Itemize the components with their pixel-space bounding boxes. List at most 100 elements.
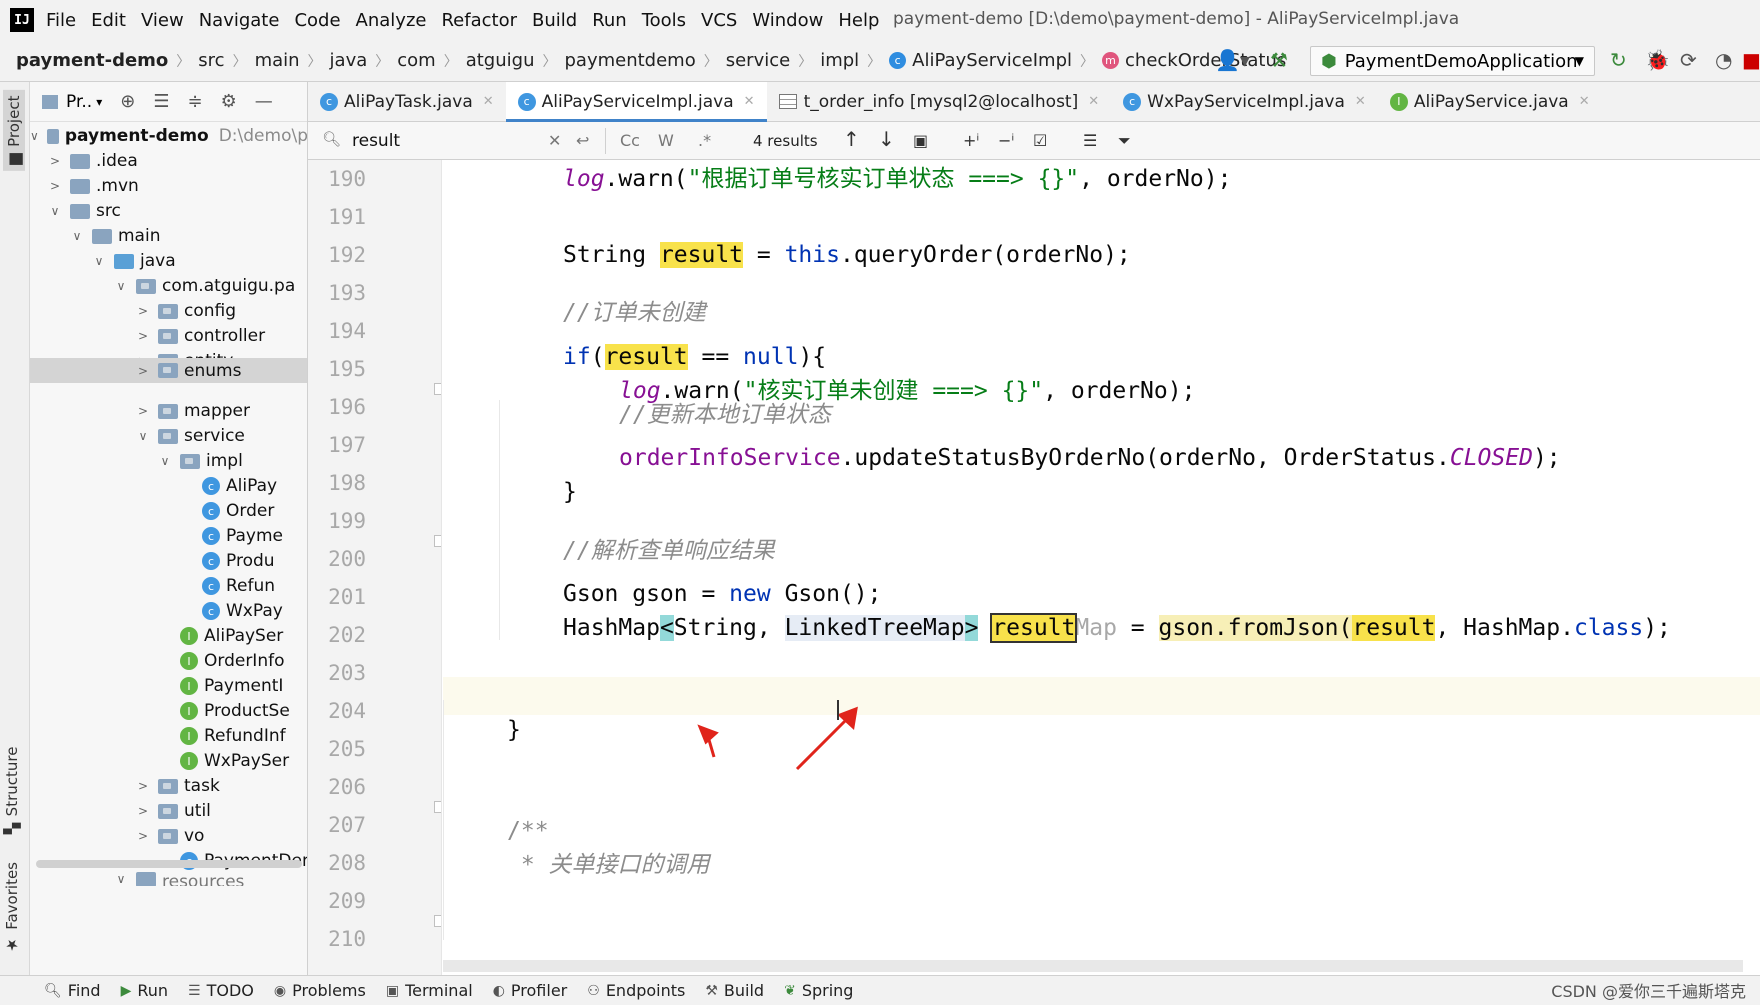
tree-node[interactable]: ∨ impl (158, 447, 243, 475)
breadcrumb-src[interactable]: src (198, 50, 224, 71)
fold-marker[interactable] (434, 383, 441, 395)
tree-file[interactable]: I WxPaySer (180, 747, 289, 775)
tree-file[interactable]: c Order (202, 497, 274, 525)
tree-node[interactable]: > task (136, 772, 220, 800)
tab-alipayservice[interactable]: I AliPayService.java ✕ (1378, 82, 1602, 122)
tree-node[interactable]: > .idea (48, 147, 138, 175)
tool-window-structure[interactable]: ▚ Structure (3, 747, 21, 834)
tree-file[interactable]: c Produ (202, 547, 275, 575)
tab-t-order-info[interactable]: t_order_info [mysql2@localhost] ✕ (767, 82, 1112, 122)
menu-navigate[interactable]: Navigate (199, 10, 280, 31)
tab-alipaytask[interactable]: c AliPayTask.java ✕ (308, 82, 506, 122)
tool-problems[interactable]: ◉ Problems (274, 981, 366, 1000)
match-case-toggle[interactable]: Cc (620, 131, 640, 150)
tree-node[interactable]: > config (136, 297, 236, 325)
tool-endpoints[interactable]: ⚇ Endpoints (587, 981, 685, 1000)
breadcrumb-paymentdemo[interactable]: paymentdemo (564, 50, 695, 71)
build-hammer-icon[interactable]: ⚒ (1270, 48, 1288, 72)
menu-vcs[interactable]: VCS (701, 10, 737, 31)
arrow-up-icon[interactable]: ↑ (843, 127, 860, 151)
regex-toggle[interactable]: .* (698, 131, 711, 150)
close-icon[interactable]: ✕ (744, 94, 755, 109)
menu-refactor[interactable]: Refactor (441, 10, 517, 31)
tool-window-project[interactable]: ▆ Project (3, 90, 25, 171)
tool-build[interactable]: ⚒ Build (705, 981, 764, 1000)
menu-window[interactable]: Window (752, 10, 823, 31)
rerun-icon[interactable]: ↻ (1610, 48, 1627, 72)
debug-icon[interactable]: 🐞 (1645, 48, 1670, 72)
breadcrumb-project[interactable]: payment-demo (16, 50, 168, 71)
tool-spring[interactable]: ❦ Spring (784, 981, 853, 1000)
tree-node[interactable]: ∨ java (92, 247, 176, 275)
history-icon[interactable]: ↩ (576, 131, 589, 150)
words-toggle[interactable]: W (658, 131, 674, 150)
project-view-select[interactable]: Pr.. (66, 92, 92, 112)
user-icon[interactable]: 👤▾ (1215, 48, 1250, 72)
tree-node[interactable]: ∨ service (136, 422, 245, 450)
menu-analyze[interactable]: Analyze (356, 10, 427, 31)
coverage-icon[interactable]: ⟳ (1680, 48, 1697, 72)
tree-node[interactable]: > .mvn (48, 172, 139, 200)
clear-icon[interactable]: ✕ (548, 131, 561, 150)
tab-wxpayserviceimpl[interactable]: c WxPayServiceImpl.java ✕ (1111, 82, 1378, 122)
filter-icon[interactable]: ⏷ (1118, 131, 1131, 151)
code-editor[interactable]: log.warn("根据订单号核实订单状态 ===> {}", orderNo)… (443, 160, 1760, 975)
tree-node[interactable]: ∨ com.atguigu.pa (114, 272, 296, 300)
tool-todo[interactable]: ☰ TODO (188, 981, 254, 1000)
tree-file[interactable]: I RefundInf (180, 722, 286, 750)
profile-icon[interactable]: ◔ (1715, 48, 1732, 72)
tree-file[interactable]: I ProductSe (180, 697, 290, 725)
remove-occurrence-icon[interactable]: −ⁱ (998, 131, 1014, 150)
tool-run[interactable]: ▶ Run (121, 981, 168, 1000)
tree-node[interactable]: > controller (136, 322, 265, 350)
gear-icon[interactable]: ⚙ (221, 91, 237, 112)
tree-file[interactable]: I PaymentI (180, 672, 283, 700)
menu-run[interactable]: Run (592, 10, 627, 31)
tree-node[interactable]: ∨ resources (114, 872, 244, 886)
open-in-window-icon[interactable]: ▣ (913, 131, 928, 150)
locate-icon[interactable]: ⊕ (120, 91, 135, 112)
tool-profiler[interactable]: ◐ Profiler (493, 981, 568, 1000)
tree-file[interactable]: c WxPay (202, 597, 283, 625)
menu-code[interactable]: Code (294, 10, 340, 31)
tab-alipayserviceimpl[interactable]: c AliPayServiceImpl.java ✕ (505, 81, 767, 122)
hide-icon[interactable]: — (255, 91, 273, 112)
run-configuration-select[interactable]: ⬢ PaymentDemoApplication ▼ (1310, 46, 1595, 76)
fold-marker[interactable] (434, 915, 441, 927)
menu-file[interactable]: File (46, 10, 76, 31)
tree-node[interactable]: > mapper (136, 397, 250, 425)
tree-file[interactable]: c Payme (202, 522, 283, 550)
tool-terminal[interactable]: ▣ Terminal (386, 981, 473, 1000)
breadcrumb-atguigu[interactable]: atguigu (466, 50, 535, 71)
menu-build[interactable]: Build (532, 10, 577, 31)
fold-marker[interactable] (434, 535, 441, 547)
tree-file[interactable]: I OrderInfo (180, 647, 284, 675)
multiline-icon[interactable]: ☰ (1083, 131, 1097, 150)
menu-edit[interactable]: Edit (91, 10, 126, 31)
breadcrumb-class[interactable]: c AliPayServiceImpl (889, 50, 1072, 71)
tree-node-selected[interactable]: > enums (30, 358, 307, 383)
tree-file[interactable]: I AliPaySer (180, 622, 283, 650)
tree-node[interactable]: ∨ main (70, 222, 161, 250)
breadcrumb-main[interactable]: main (255, 50, 300, 71)
horizontal-scrollbar[interactable] (36, 860, 302, 868)
breadcrumb-method[interactable]: m checkOrderStatus (1102, 50, 1286, 71)
tree-file[interactable]: c AliPay (202, 472, 277, 500)
menu-tools[interactable]: Tools (642, 10, 686, 31)
breadcrumb-service[interactable]: service (726, 50, 790, 71)
menu-view[interactable]: View (141, 10, 184, 31)
tree-node[interactable]: > util (136, 797, 211, 825)
breadcrumb-impl[interactable]: impl (820, 50, 859, 71)
breadcrumb-com[interactable]: com (397, 50, 435, 71)
tree-file[interactable]: c Refun (202, 572, 275, 600)
fold-marker[interactable] (434, 801, 441, 813)
close-icon[interactable]: ✕ (1088, 94, 1099, 109)
close-icon[interactable]: ✕ (1355, 94, 1366, 109)
close-icon[interactable]: ✕ (483, 94, 494, 109)
search-input[interactable] (314, 126, 574, 156)
breadcrumb-java[interactable]: java (330, 50, 368, 71)
select-all-occurrences-icon[interactable]: ☑ (1033, 131, 1047, 150)
stop-icon[interactable]: ■ (1742, 48, 1760, 72)
tool-window-favorites[interactable]: ★ Favorites (3, 862, 21, 954)
arrow-down-icon[interactable]: ↓ (878, 127, 895, 151)
